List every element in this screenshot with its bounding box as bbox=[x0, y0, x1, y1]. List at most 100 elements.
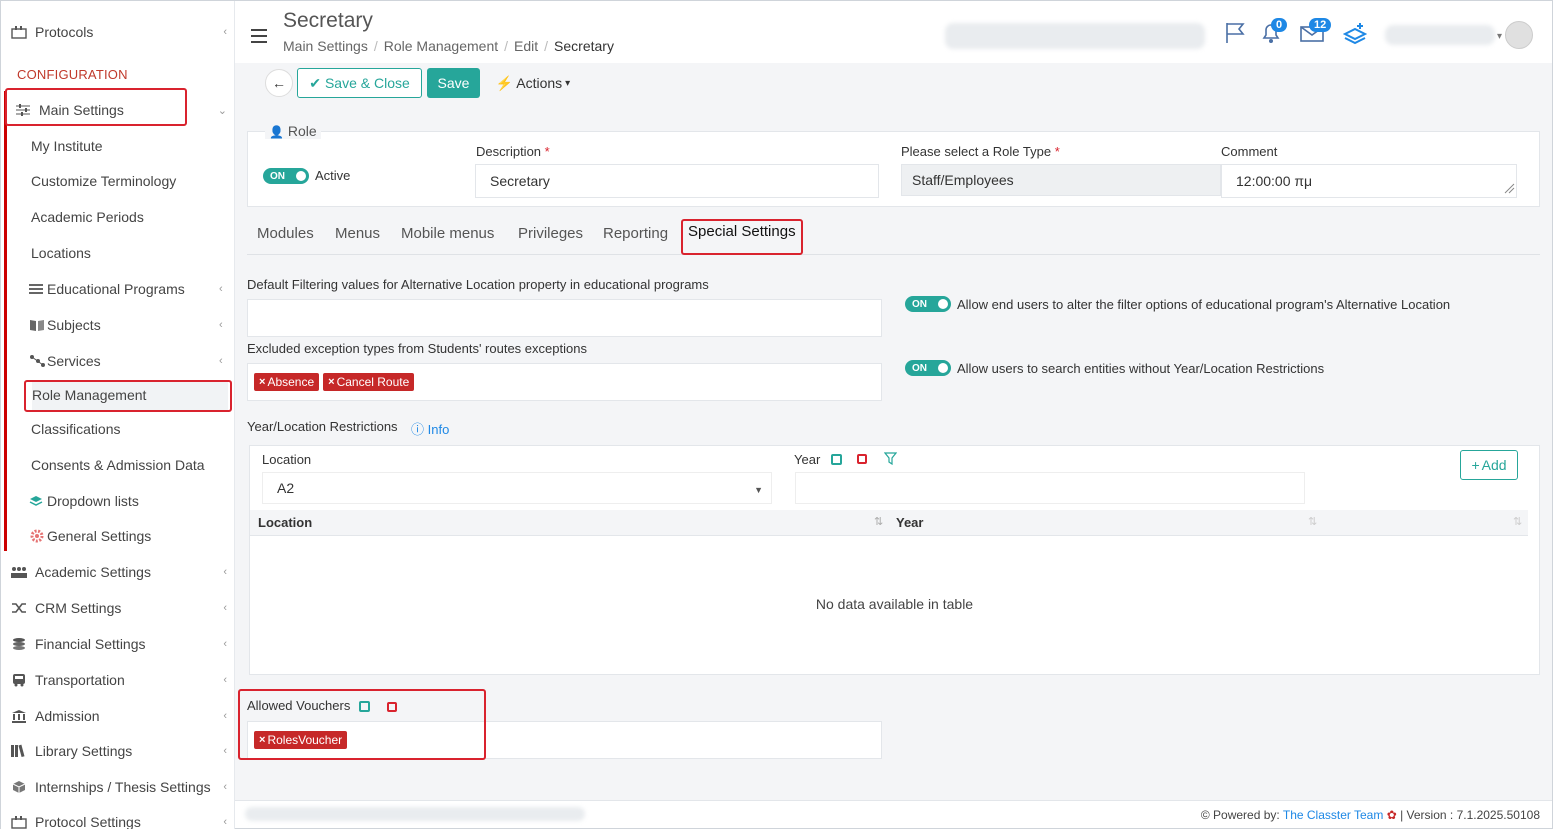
resize-handle-icon[interactable] bbox=[1503, 182, 1515, 194]
tag-cancel-route[interactable]: × Cancel Route bbox=[323, 373, 415, 391]
sidebar-subitem-consents[interactable]: Consents & Admission Data bbox=[31, 450, 205, 480]
description-input[interactable]: Secretary bbox=[475, 164, 879, 198]
label-text: Description bbox=[476, 144, 542, 159]
sidebar-item-internships[interactable]: Internships / Thesis Settings ‹ bbox=[9, 772, 231, 802]
sidebar-item-transportation[interactable]: Transportation ‹ bbox=[9, 665, 231, 695]
actions-button[interactable]: ⚡ Actions ▾ bbox=[493, 68, 573, 98]
subitem-label: Consents & Admission Data bbox=[31, 457, 205, 473]
coins-icon bbox=[9, 636, 29, 652]
breadcrumb-edit[interactable]: Edit bbox=[514, 38, 538, 54]
breadcrumb-current: Secretary bbox=[554, 38, 614, 54]
back-button[interactable]: ← bbox=[265, 69, 293, 97]
chevron-left-icon: ‹ bbox=[223, 674, 227, 686]
avatar[interactable] bbox=[1505, 21, 1533, 49]
subitem-label: General Settings bbox=[47, 528, 152, 544]
tab-bar: Modules Menus Mobile menus Privileges Re… bbox=[247, 213, 1540, 255]
caret-down-icon: ▼ bbox=[754, 485, 763, 495]
sidebar-subitem-subjects[interactable]: Subjects ‹ bbox=[29, 310, 223, 340]
sidebar-item-protocol-settings[interactable]: Protocol Settings ‹ bbox=[9, 807, 231, 829]
info-link[interactable]: ⓘ Info bbox=[411, 419, 449, 438]
arrow-left-icon: ← bbox=[272, 75, 286, 91]
allow-alter-toggle[interactable]: ON bbox=[905, 296, 951, 312]
sort-desc-icon[interactable]: ⇅ bbox=[874, 515, 883, 528]
button-label: Actions bbox=[516, 75, 563, 91]
shuffle-icon bbox=[9, 600, 29, 616]
users-icon bbox=[9, 564, 29, 580]
toolbar: ← ✔ Save & Close Save ⚡ Actions ▾ bbox=[235, 63, 1552, 105]
chevron-left-icon: ‹ bbox=[223, 816, 227, 828]
sidebar-subitem-dropdown-lists[interactable]: Dropdown lists bbox=[29, 486, 139, 516]
tab-modules[interactable]: Modules bbox=[257, 225, 314, 242]
legend-text: Role bbox=[287, 123, 317, 139]
remove-icon[interactable]: × bbox=[328, 376, 334, 388]
location-select[interactable]: A2 ▼ bbox=[262, 472, 772, 504]
sidebar-subitem-my-institute[interactable]: My Institute bbox=[31, 131, 103, 161]
sidebar-item-label: Internships / Thesis Settings bbox=[35, 779, 211, 795]
restrictions-label: Year/Location Restrictions bbox=[247, 419, 398, 434]
comment-textarea[interactable]: 12:00:00 πμ bbox=[1221, 164, 1517, 198]
sidebar-item-financial-settings[interactable]: Financial Settings ‹ bbox=[9, 629, 231, 659]
flag-icon[interactable] bbox=[1223, 21, 1247, 45]
breadcrumb-role-management[interactable]: Role Management bbox=[384, 38, 498, 54]
chevron-left-icon: ‹ bbox=[219, 319, 223, 331]
sidebar-item-admission[interactable]: Admission ‹ bbox=[9, 701, 231, 731]
save-close-button[interactable]: ✔ Save & Close bbox=[297, 68, 422, 98]
breadcrumb-main-settings[interactable]: Main Settings bbox=[283, 38, 368, 54]
default-filter-input[interactable] bbox=[247, 299, 882, 337]
year-select[interactable] bbox=[795, 472, 1305, 504]
footer: © Powered by: The Classter Team ✿ | Vers… bbox=[235, 800, 1552, 828]
sidebar-subitem-academic-periods[interactable]: Academic Periods bbox=[31, 202, 144, 232]
remove-icon[interactable]: × bbox=[259, 376, 265, 388]
sidebar-subitem-general-settings[interactable]: General Settings bbox=[29, 521, 151, 551]
empty-table-message: No data available in table bbox=[815, 596, 974, 612]
tab-mobile-menus[interactable]: Mobile menus bbox=[401, 225, 494, 242]
sort-icon[interactable]: ⇅ bbox=[1513, 515, 1522, 528]
sidebar-item-protocols[interactable]: Protocols ‹ bbox=[9, 17, 231, 47]
column-year[interactable]: Year bbox=[896, 515, 923, 530]
breadcrumb-separator: / bbox=[504, 38, 509, 54]
save-button[interactable]: Save bbox=[427, 68, 480, 98]
tag-absence[interactable]: × Absence bbox=[254, 373, 320, 391]
blurred-selector[interactable] bbox=[945, 23, 1205, 49]
breadcrumb-separator: / bbox=[544, 38, 549, 54]
allow-search-toggle[interactable]: ON bbox=[905, 360, 951, 376]
tab-menus[interactable]: Menus bbox=[335, 225, 380, 242]
select-all-icon[interactable] bbox=[831, 454, 842, 465]
sidebar-subitem-locations[interactable]: Locations bbox=[31, 238, 91, 268]
powered-by-label: Powered by: bbox=[1213, 808, 1280, 822]
role-panel: ON Active Description * Secretary Please… bbox=[247, 131, 1540, 207]
blurred-user-name[interactable] bbox=[1385, 25, 1495, 45]
chevron-left-icon: ‹ bbox=[223, 745, 227, 757]
table-header: Location ⇅ Year ⇅ ⇅ bbox=[250, 510, 1528, 536]
filter-icon[interactable] bbox=[884, 452, 897, 465]
info-icon: ⓘ bbox=[411, 422, 425, 437]
protocols-icon bbox=[9, 24, 29, 40]
active-toggle[interactable]: ON bbox=[263, 168, 309, 184]
chevron-left-icon: ‹ bbox=[223, 781, 227, 793]
excluded-tags-input[interactable]: × Absence × Cancel Route bbox=[247, 363, 882, 401]
role-type-select[interactable]: Staff/Employees bbox=[901, 164, 1221, 196]
sidebar-item-library-settings[interactable]: Library Settings ‹ bbox=[9, 736, 231, 766]
gear-icon bbox=[29, 529, 45, 543]
sidebar-subitem-educational-programs[interactable]: Educational Programs ‹ bbox=[29, 274, 223, 304]
add-button[interactable]: + Add bbox=[1460, 450, 1518, 480]
protocols-icon bbox=[9, 814, 29, 829]
deselect-all-icon[interactable] bbox=[857, 454, 867, 464]
description-label: Description * bbox=[476, 144, 550, 159]
sidebar-subitem-customize-terminology[interactable]: Customize Terminology bbox=[31, 166, 176, 196]
tab-reporting[interactable]: Reporting bbox=[603, 225, 668, 242]
hamburger-menu-icon[interactable] bbox=[251, 29, 267, 47]
sidebar-item-academic-settings[interactable]: Academic Settings ‹ bbox=[9, 557, 231, 587]
column-location[interactable]: Location bbox=[258, 515, 312, 530]
caret-down-icon[interactable]: ▾ bbox=[1497, 31, 1502, 42]
sort-icon[interactable]: ⇅ bbox=[1308, 515, 1317, 528]
sidebar-subitem-services[interactable]: Services ‹ bbox=[29, 346, 223, 376]
check-icon: ✔ bbox=[309, 74, 321, 91]
layers-plus-icon[interactable] bbox=[1343, 21, 1367, 45]
sidebar-item-label: Protocols bbox=[35, 24, 94, 40]
tab-privileges[interactable]: Privileges bbox=[518, 225, 583, 242]
team-link[interactable]: The Classter Team bbox=[1283, 808, 1383, 822]
sidebar-item-label: Financial Settings bbox=[35, 636, 146, 652]
sidebar-item-crm-settings[interactable]: CRM Settings ‹ bbox=[9, 593, 231, 623]
sidebar-subitem-classifications[interactable]: Classifications bbox=[31, 414, 120, 444]
